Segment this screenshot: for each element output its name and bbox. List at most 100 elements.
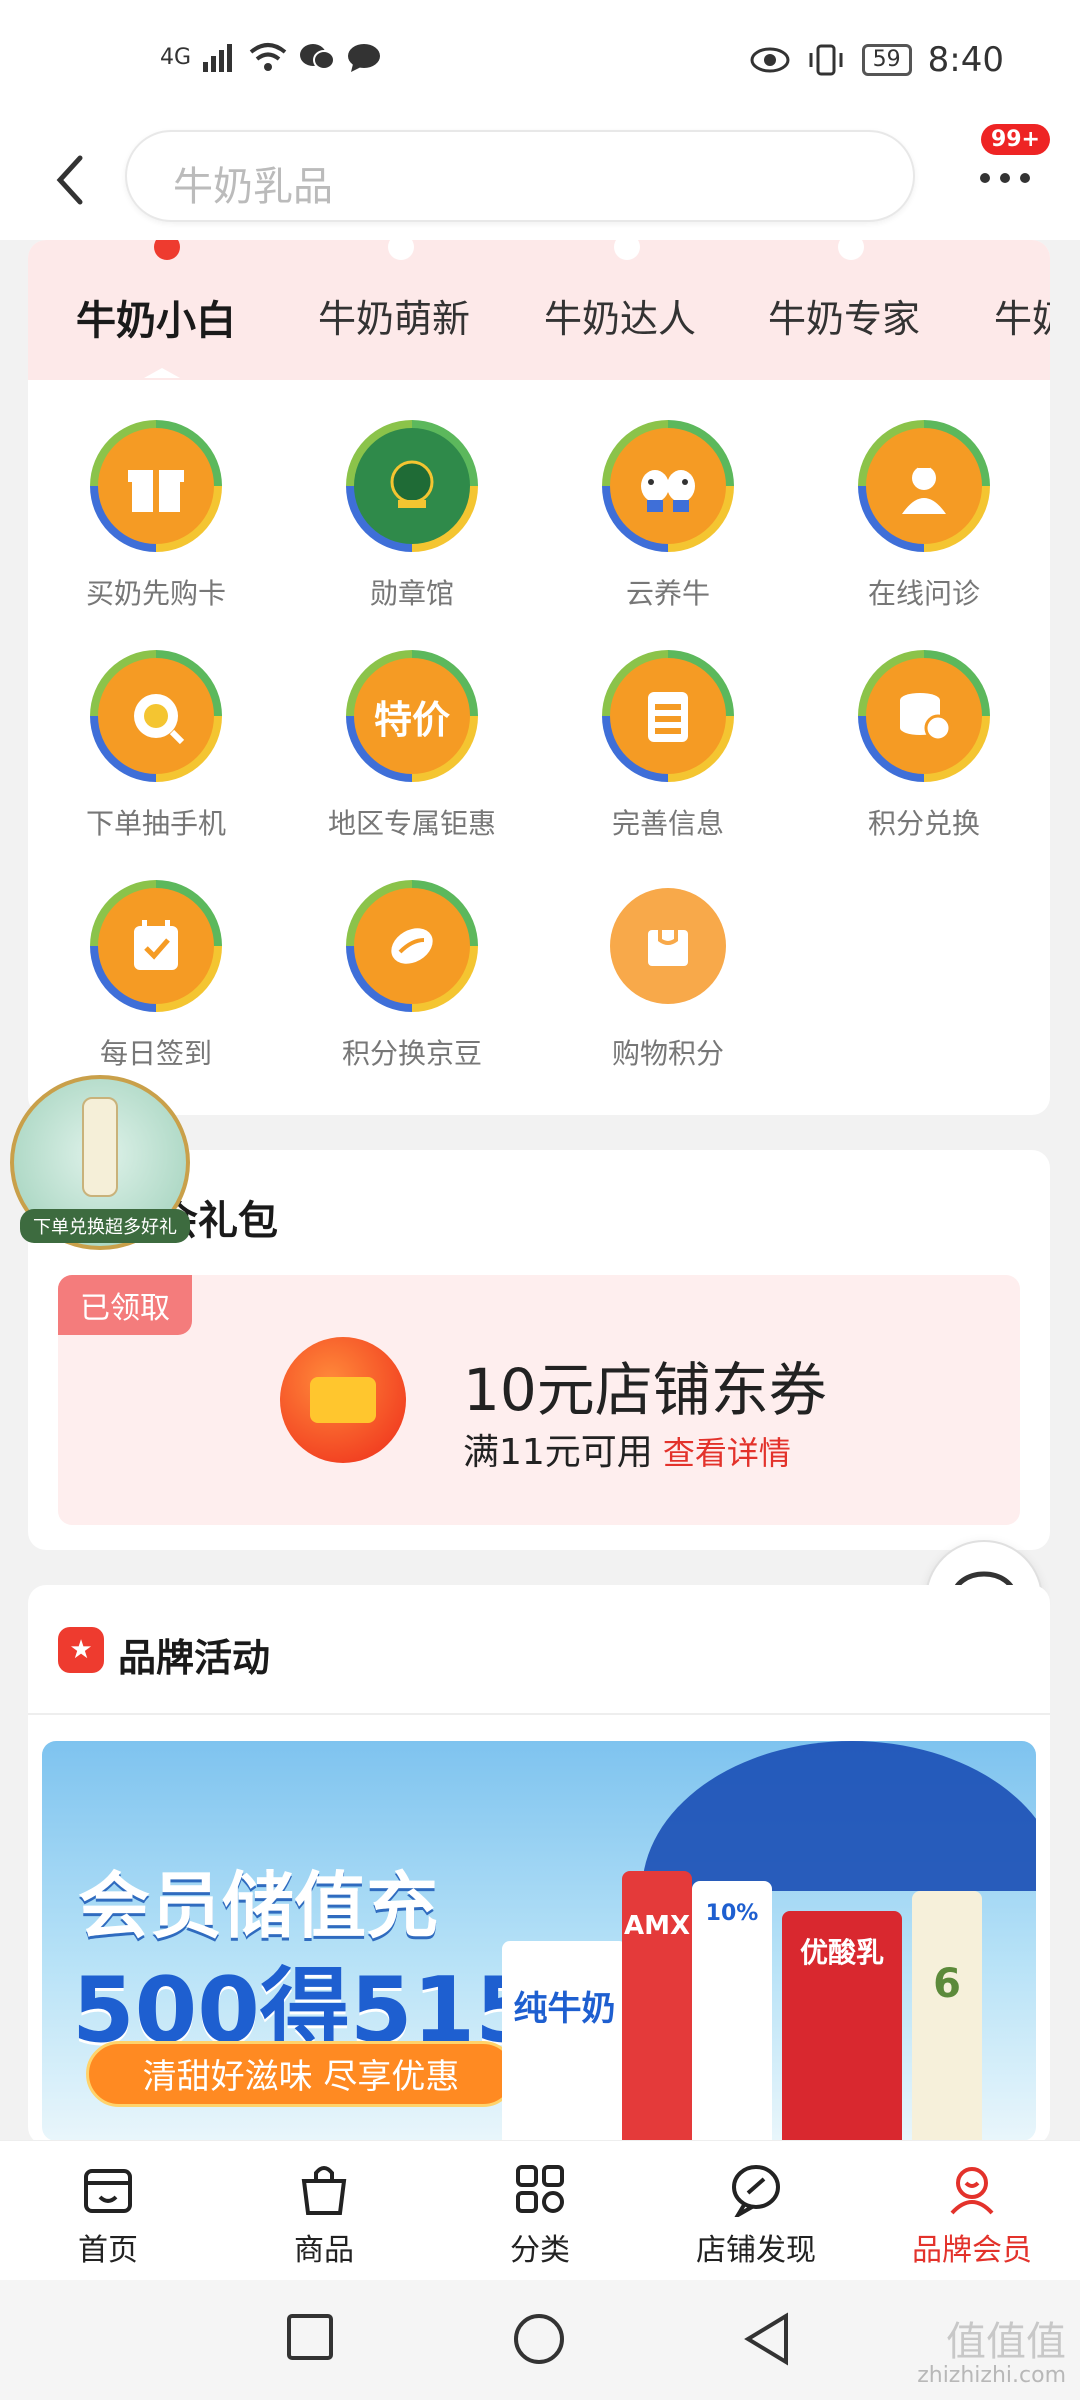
bean-icon: [354, 888, 470, 1004]
coupon-title: 10元店铺东券: [463, 1356, 827, 1424]
benefit-online-doctor[interactable]: 在线问诊: [796, 420, 1050, 612]
benefit-regional-offer[interactable]: 特价 地区专属钜惠: [284, 650, 540, 842]
more-dots-icon: [980, 173, 1030, 183]
floating-promo-label: 下单兑换超多好礼: [20, 1209, 190, 1243]
system-nav-bar: 值值值 zhizhizhi.com: [0, 2280, 1080, 2400]
benefit-shopping-points[interactable]: 购物积分: [540, 880, 796, 1072]
benefit-label: 在线问诊: [867, 577, 980, 610]
claimed-badge: 已领取: [58, 1275, 192, 1335]
nav-category[interactable]: 分类: [432, 2159, 648, 2269]
store-icon: [0, 2159, 216, 2219]
eye-icon: [750, 47, 790, 73]
benefit-complete-info[interactable]: 完善信息: [540, 650, 796, 842]
more-button[interactable]: [970, 154, 1040, 204]
tab-level-5[interactable]: 牛奶: [994, 288, 1050, 343]
recent-apps-icon[interactable]: [285, 2312, 335, 2362]
benefit-medals[interactable]: 勋章馆: [284, 420, 540, 612]
benefit-label: 勋章馆: [369, 577, 454, 610]
back-triangle-icon[interactable]: [742, 2312, 792, 2366]
wechat-icon: [300, 44, 336, 70]
active-tab-indicator: [144, 368, 180, 378]
umbrella-graphic: [642, 1741, 1036, 1891]
back-arrow-icon: [56, 155, 83, 205]
benefit-points-exchange[interactable]: 积分兑换: [796, 650, 1050, 842]
battery-indicator: 59: [861, 44, 912, 76]
bag-icon: [216, 2159, 432, 2219]
tab-level-4[interactable]: 牛奶专家: [768, 288, 920, 343]
shopping-bag-icon: [610, 888, 726, 1004]
brand-activity-card: ★ 品牌活动 会员储值充 500得515 清甜好滋味 尽享优惠 纯牛奶 AMX …: [28, 1585, 1050, 2145]
product-pure-milk: 纯牛奶: [502, 1941, 627, 2141]
benefit-cloud-cow[interactable]: 云养牛: [540, 420, 796, 612]
brand-title: 品牌活动: [118, 1636, 271, 1680]
watermark-url: zhizhizhi.com: [917, 2362, 1066, 2388]
member-icon: [864, 2159, 1080, 2219]
benefit-points-to-beans[interactable]: 积分换京豆: [284, 880, 540, 1072]
calendar-checkin-icon: [98, 888, 214, 1004]
coupon-condition: 满11元可用: [463, 1432, 653, 1473]
gift-card-icon: [98, 428, 214, 544]
nav-label: 品牌会员: [912, 2233, 1032, 2268]
benefit-label: 云养牛: [625, 577, 710, 610]
signal-icon: [203, 44, 233, 72]
coupon-card[interactable]: 已领取 10元店铺东券 满11元可用 查看详情: [58, 1275, 1020, 1525]
benefit-label: 积分兑换: [867, 807, 980, 840]
special-offer-icon: 特价: [354, 658, 470, 774]
medal-icon: [354, 428, 470, 544]
cow-icon: [610, 428, 726, 544]
level-dot-active: [154, 240, 180, 260]
level-dot: [388, 240, 414, 260]
benefit-label: 积分换京豆: [341, 1037, 482, 1070]
points-exchange-icon: [866, 658, 982, 774]
nav-label: 商品: [294, 2233, 354, 2268]
vibrate-icon: [809, 44, 843, 76]
coupon-details-link[interactable]: 查看详情: [663, 1434, 791, 1472]
benefit-label: 下单抽手机: [85, 807, 226, 840]
tab-level-3[interactable]: 牛奶达人: [544, 288, 696, 343]
tab-level-2[interactable]: 牛奶萌新: [318, 288, 470, 343]
watermark: 值值值 zhizhizhi.com: [917, 2320, 1066, 2388]
product-youshuanru: 优酸乳: [782, 1911, 902, 2141]
search-input[interactable]: 牛奶乳品: [125, 130, 915, 222]
nav-home[interactable]: 首页: [0, 2159, 216, 2269]
product-bottle-6: 6: [912, 1891, 982, 2141]
home-circle-icon[interactable]: [512, 2312, 566, 2366]
coupon-ticket-icon: [280, 1337, 406, 1463]
benefit-label: 买奶先购卡: [85, 577, 226, 610]
benefit-lottery-phone[interactable]: 下单抽手机: [28, 650, 284, 842]
nav-discover[interactable]: 店铺发现: [648, 2159, 864, 2269]
milk-bottle-icon: [82, 1097, 118, 1197]
product-amx: AMX: [622, 1871, 692, 2141]
network-label: 4G: [160, 44, 192, 70]
lottery-icon: [98, 658, 214, 774]
nav-label: 首页: [78, 2233, 138, 2268]
benefit-label: 完善信息: [611, 807, 724, 840]
nav-products[interactable]: 商品: [216, 2159, 432, 2269]
benefit-buy-card[interactable]: 买奶先购卡: [28, 420, 284, 612]
divider: [28, 1713, 1050, 1715]
doctor-icon: [866, 428, 982, 544]
level-dot: [614, 240, 640, 260]
brand-banner[interactable]: 会员储值充 500得515 清甜好滋味 尽享优惠 纯牛奶 AMX 10% 优酸乳…: [42, 1741, 1036, 2141]
banner-slogan: 清甜好滋味 尽享优惠: [86, 2041, 516, 2107]
search-placeholder: 牛奶乳品: [173, 164, 333, 210]
bottom-nav: 首页 商品 分类 店铺发现 品牌会员: [0, 2140, 1080, 2280]
benefit-label: 购物积分: [611, 1037, 724, 1070]
nav-label: 分类: [510, 2233, 570, 2268]
status-right: 59 8:40: [750, 40, 1004, 80]
nav-member[interactable]: 品牌会员: [864, 2159, 1080, 2269]
floating-promo[interactable]: 下单兑换超多好礼: [10, 1075, 190, 1250]
notification-badge: 99+: [980, 124, 1050, 155]
level-dot: [838, 240, 864, 260]
form-icon: [610, 658, 726, 774]
benefit-daily-checkin[interactable]: 每日签到: [28, 880, 284, 1072]
tab-level-1[interactable]: 牛奶小白: [76, 288, 236, 346]
level-tabs: 牛奶小白 牛奶萌新 牛奶达人 牛奶专家 牛奶: [28, 240, 1050, 380]
back-button[interactable]: [50, 150, 110, 210]
status-bar: 4G 59 8:40: [0, 0, 1080, 130]
benefit-label: 地区专属钜惠: [327, 807, 496, 840]
header: 牛奶乳品 99+: [0, 124, 1080, 240]
brand-star-icon: ★: [58, 1627, 104, 1673]
message-icon: [348, 44, 381, 72]
clock: 8:40: [927, 40, 1004, 80]
